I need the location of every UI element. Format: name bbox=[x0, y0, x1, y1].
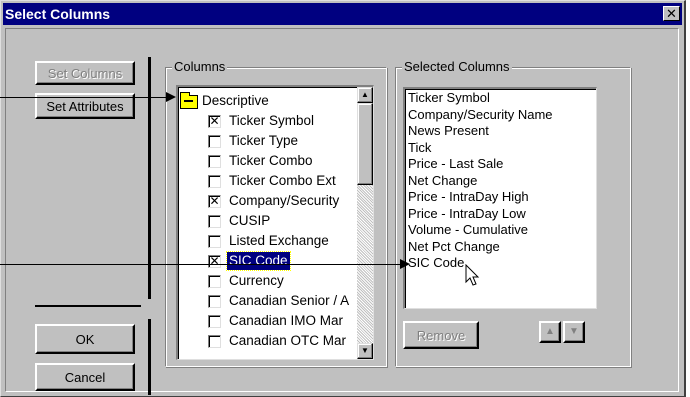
checkbox-icon[interactable] bbox=[208, 295, 221, 308]
mouse-pointer-icon bbox=[465, 264, 480, 286]
column-item-label: Ticker Combo bbox=[229, 153, 313, 168]
selected-column-item[interactable]: Net Pct Change bbox=[408, 239, 500, 254]
column-item-label: Ticker Combo Ext bbox=[229, 173, 336, 188]
dialog-title: Select Columns bbox=[5, 6, 111, 22]
column-item-label: Ticker Symbol bbox=[229, 113, 315, 128]
callout-line-folder bbox=[0, 97, 170, 98]
column-item-label: Canadian IMO Mar bbox=[229, 313, 344, 328]
checkbox-checked-icon[interactable]: ✕ bbox=[208, 255, 221, 268]
cancel-button[interactable]: Cancel bbox=[35, 363, 135, 391]
separator-vertical-upper bbox=[148, 57, 151, 299]
callout-line-sic-code bbox=[0, 264, 406, 265]
select-columns-dialog: Select Columns ✕ Set Columns Set Attribu… bbox=[0, 0, 686, 397]
move-up-arrow-icon[interactable]: ▲ bbox=[539, 321, 561, 343]
selected-column-item[interactable]: Price - IntraDay High bbox=[408, 190, 529, 204]
column-item-label: Currency bbox=[229, 273, 284, 288]
scroll-down-arrow-icon[interactable]: ▼ bbox=[357, 343, 373, 359]
open-folder-icon bbox=[180, 92, 198, 109]
columns-scrollbar[interactable]: ▲ ▼ bbox=[357, 87, 373, 359]
column-item-label: CUSIP bbox=[229, 213, 271, 228]
columns-tree[interactable]: Descriptive ✕ Ticker Symbol Ticker Type Tic… bbox=[176, 85, 374, 360]
scroll-thumb[interactable] bbox=[357, 103, 373, 185]
selected-column-item[interactable]: Price - IntraDay Low bbox=[408, 206, 526, 221]
checkbox-icon[interactable] bbox=[208, 335, 221, 348]
separator-vertical-lower bbox=[148, 319, 151, 395]
callout-arrowhead-icon bbox=[400, 259, 410, 269]
selected-column-item[interactable]: Company/Security Name bbox=[408, 107, 553, 122]
scroll-up-arrow-icon[interactable]: ▲ bbox=[357, 87, 373, 103]
ok-button[interactable]: OK bbox=[35, 324, 135, 354]
selected-column-item[interactable]: News Present bbox=[408, 124, 489, 138]
checkbox-icon[interactable] bbox=[208, 315, 221, 328]
checkbox-icon[interactable] bbox=[208, 235, 221, 248]
column-item-label: Canadian Senior / A bbox=[229, 293, 350, 308]
folder-label: Descriptive bbox=[202, 93, 269, 108]
selected-columns-list[interactable]: Ticker Symbol Company/Security Name News P… bbox=[403, 87, 597, 309]
selected-column-item[interactable]: Price - Last Sale bbox=[408, 157, 503, 171]
remove-button[interactable]: Remove bbox=[403, 321, 479, 349]
column-item-label: Canadian OTC Mar bbox=[229, 333, 347, 348]
close-icon[interactable]: ✕ bbox=[663, 6, 680, 21]
set-columns-button[interactable]: Set Columns bbox=[35, 61, 135, 85]
checkbox-icon[interactable] bbox=[208, 135, 221, 148]
selected-column-item[interactable]: Volume - Cumulative bbox=[408, 223, 528, 237]
checkbox-checked-icon[interactable]: ✕ bbox=[208, 195, 221, 208]
column-item-label: Ticker Type bbox=[229, 133, 299, 148]
column-item-label: Listed Exchange bbox=[229, 233, 329, 248]
checkbox-icon[interactable] bbox=[208, 215, 221, 228]
checkbox-icon[interactable] bbox=[208, 275, 221, 288]
move-down-arrow-icon[interactable]: ▼ bbox=[563, 321, 585, 343]
title-bar[interactable]: Select Columns ✕ bbox=[3, 3, 682, 25]
separator-horizontal bbox=[35, 305, 141, 307]
selected-column-item[interactable]: Net Change bbox=[408, 173, 477, 188]
checkbox-icon[interactable] bbox=[208, 175, 221, 188]
checkbox-checked-icon[interactable]: ✕ bbox=[208, 115, 221, 128]
selected-column-item[interactable]: Tick bbox=[408, 140, 431, 155]
column-item-label: SIC Code bbox=[226, 251, 291, 271]
column-item-label: Company/Security bbox=[229, 193, 340, 208]
checkbox-icon[interactable] bbox=[208, 155, 221, 168]
selected-columns-group-label: Selected Columns bbox=[402, 59, 512, 75]
columns-group-label: Columns bbox=[172, 59, 228, 75]
selected-column-item[interactable]: Ticker Symbol bbox=[408, 91, 490, 105]
callout-arrowhead-icon bbox=[166, 92, 176, 102]
selected-column-item[interactable]: SIC Code bbox=[408, 256, 464, 270]
